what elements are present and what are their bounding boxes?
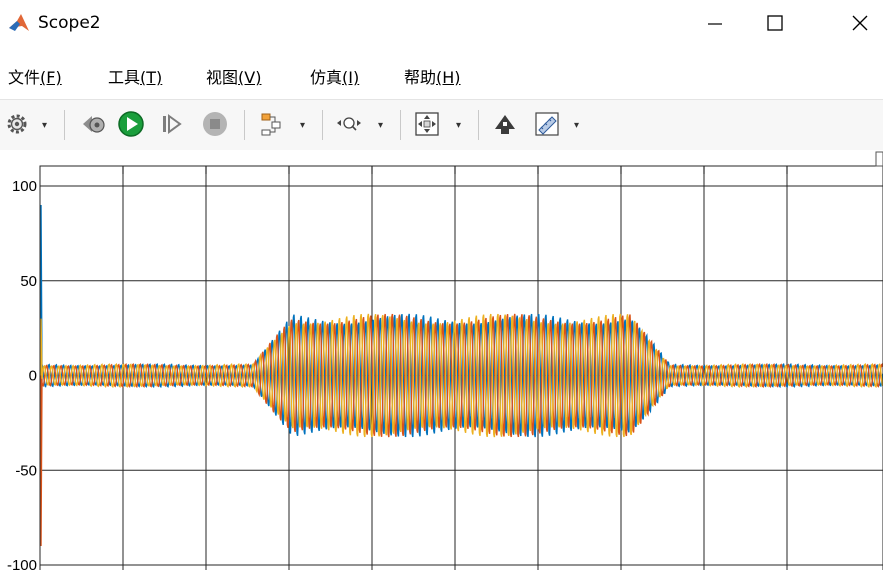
menu-simulation-accel: (I) [342,68,360,87]
menu-help-label: 帮助 [404,68,437,87]
menu-tools-label: 工具 [108,68,141,87]
y-tick-label: 50 [20,273,37,290]
signal-select-icon [261,113,281,136]
maximize-button[interactable] [750,0,800,46]
minimize-button[interactable] [690,0,740,46]
menu-file-accel: (F) [40,68,62,87]
zoom-button[interactable] [334,108,364,140]
zoom-icon [337,117,361,131]
menu-tools[interactable]: 工具(T) [108,64,162,88]
toolbar-separator [244,110,245,140]
step-back-button[interactable] [78,108,108,140]
autoscale-icon [415,112,439,136]
step-back-icon [83,116,105,133]
menu-view[interactable]: 视图(V) [206,64,261,88]
run-button[interactable] [116,108,146,140]
y-tick-label: 100 [12,178,37,195]
menu-tools-accel: (T) [140,68,163,87]
run-icon [118,111,144,137]
autoscale-dropdown-icon[interactable]: ▾ [456,120,461,131]
gear-icon [7,114,27,134]
autoscale-button[interactable] [412,108,442,140]
scope-display: 100 50 0 -50 -100 [0,150,883,574]
signal-selector-button[interactable] [256,108,286,140]
menu-help[interactable]: 帮助(H) [404,64,461,88]
menu-bar: 文件(F) 工具(T) 视图(V) 仿真(I) 帮助(H) [0,58,883,90]
menu-help-accel: (H) [436,68,461,87]
axes-corner-marker [875,151,883,167]
minimize-icon [708,23,722,25]
title-bar: Scope2 [0,0,883,50]
configuration-button[interactable] [2,108,32,140]
y-tick-label: -50 [15,462,37,479]
toolbar-separator [322,110,323,140]
step-forward-button[interactable] [156,108,186,140]
menu-file-label: 文件 [8,68,41,87]
y-tick-label: -100 [7,557,37,570]
menu-view-accel: (V) [238,68,262,87]
scope-plot[interactable]: 100 50 0 -50 -100 [0,150,883,574]
menu-view-label: 视图 [206,68,239,87]
stop-icon [203,112,227,136]
highlight-block-button[interactable] [490,108,520,140]
matlab-app-icon [8,12,30,34]
close-icon [852,15,868,31]
configuration-dropdown-icon[interactable]: ▾ [42,120,47,131]
toolbar: ▾ ▾ ▾ ▾ ▾ [0,99,883,151]
toolbar-separator [400,110,401,140]
close-button[interactable] [835,0,883,46]
y-axis-ticks: 100 50 0 -50 -100 [7,178,37,574]
measurements-button[interactable] [532,108,562,140]
toolbar-separator [478,110,479,140]
menu-simulation-label: 仿真 [310,68,343,87]
stop-button[interactable] [200,108,230,140]
zoom-dropdown-icon[interactable]: ▾ [378,120,383,131]
maximize-icon [767,15,783,31]
toolbar-separator [64,110,65,140]
step-forward-icon [163,114,182,134]
measurements-icon [535,112,559,136]
window-title: Scope2 [38,13,101,33]
menu-file[interactable]: 文件(F) [8,64,62,88]
menu-simulation[interactable]: 仿真(I) [310,64,359,88]
signal-selector-dropdown-icon[interactable]: ▾ [300,120,305,131]
measurements-dropdown-icon[interactable]: ▾ [574,120,579,131]
highlight-block-icon [495,115,515,134]
y-tick-label: 0 [29,368,37,385]
